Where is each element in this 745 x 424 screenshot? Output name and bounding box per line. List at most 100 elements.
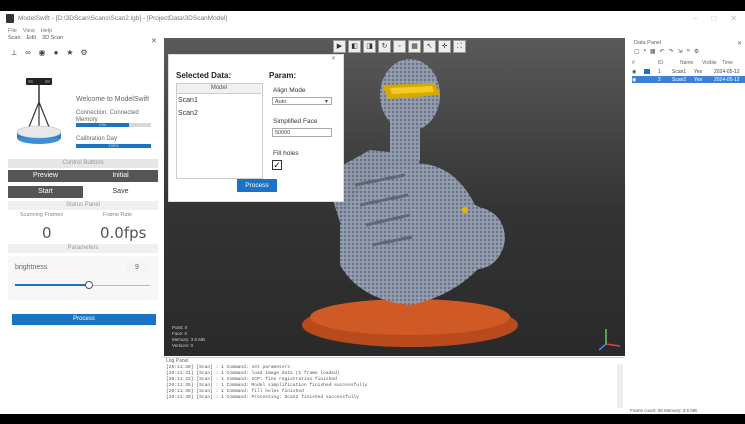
calibration-bar: 100% xyxy=(76,144,151,148)
fit-view-icon[interactable]: ⛶ xyxy=(453,40,466,53)
axes-gizmo-icon xyxy=(598,329,621,351)
initial-button[interactable]: Initial xyxy=(83,170,158,182)
process-button[interactable]: Process xyxy=(12,314,156,325)
maximize-icon[interactable]: □ xyxy=(711,14,716,23)
tripod-icon[interactable]: ⟂ xyxy=(10,49,18,57)
col-header[interactable]: Name xyxy=(680,60,702,67)
row-time: 2024-05-12 xyxy=(714,76,740,83)
star-icon[interactable]: ★ xyxy=(66,49,74,57)
title-bar: ModelSwift - [D:\3DScan\Scans\Scan2.lgb]… xyxy=(0,11,745,26)
rotate-icon[interactable]: ↻ xyxy=(378,40,391,53)
status-footer: Frame count: 58 Memory: 3.5 MB xyxy=(630,408,698,413)
data-panel-toolbar: ▢ ▪ ▦ ↶ ↷ ⇲ » ⚙ xyxy=(634,48,699,55)
row-eye-icon[interactable]: ◉ xyxy=(632,77,644,83)
log-line: [20:11:40] [Scan] : 1 Command: Processin… xyxy=(166,395,359,400)
save-button[interactable]: Save xyxy=(83,186,158,198)
brightness-slider-fill xyxy=(15,284,90,286)
col-header[interactable]: ID xyxy=(644,60,680,67)
row-id: 1 xyxy=(658,68,661,75)
align-mode-select[interactable]: Auto ▼ xyxy=(272,97,332,105)
forward-icon[interactable]: » xyxy=(687,48,690,55)
status-panel-header: Status Panel xyxy=(8,201,158,210)
simplified-face-label: Simplified Face xyxy=(273,118,318,125)
panel-close-icon[interactable]: ✕ xyxy=(151,37,157,45)
tab-3d-scan[interactable]: 3D Scan xyxy=(42,35,63,43)
simplified-face-input[interactable]: 50000 xyxy=(272,128,332,137)
settings-icon[interactable]: ⚙ xyxy=(694,48,699,55)
data-table-header: # ID Name Visible Time xyxy=(632,60,745,67)
point-mode-icon[interactable]: ◦ xyxy=(393,40,406,53)
close-icon[interactable]: ✕ xyxy=(730,14,737,23)
dialog-process-button[interactable]: Process xyxy=(237,179,277,192)
grid-icon[interactable]: ▦ xyxy=(650,48,656,55)
row-eye-icon[interactable]: ◉ xyxy=(632,69,644,75)
tab-scan[interactable]: Scan xyxy=(8,35,21,43)
row-id: 2 xyxy=(658,76,661,83)
pan-icon[interactable]: ✛ xyxy=(438,40,451,53)
calibration-label: Calibration Day xyxy=(76,136,118,142)
cursor-icon[interactable]: ↖ xyxy=(423,40,436,53)
fill-holes-label: Fill holes xyxy=(273,150,299,157)
row-visible: Yes xyxy=(694,76,703,83)
row-spacer xyxy=(644,77,650,82)
table-row-selected[interactable]: ◉ 2 Scan2 Yes 2024-05-12 xyxy=(632,76,745,83)
minimize-icon[interactable]: – xyxy=(693,14,697,23)
col-header[interactable]: Visible xyxy=(702,60,722,67)
left-tabs: Scan Edit 3D Scan xyxy=(8,35,158,43)
front-view-icon[interactable]: ◧ xyxy=(348,40,361,53)
row-time: 2024-05-12 xyxy=(714,68,740,75)
row-visible: Yes xyxy=(694,68,703,75)
align-mode-label: Align Mode xyxy=(273,87,306,94)
memory-bar-fill: 70% xyxy=(76,123,129,127)
parameters-header: Parameters xyxy=(8,244,158,253)
brightness-value-box[interactable]: 9 xyxy=(126,262,148,273)
link-icon[interactable]: ∞ xyxy=(24,49,32,57)
redo-icon[interactable]: ↷ xyxy=(669,48,674,55)
mesh-mode-icon[interactable]: ▦ xyxy=(408,40,421,53)
app-icon xyxy=(6,14,14,23)
calibration-bar-fill: 100% xyxy=(76,144,151,148)
brightness-label: brightness xyxy=(15,264,48,271)
window-title: ModelSwift - [D:\3DScan\Scans\Scan2.lgb]… xyxy=(18,15,228,22)
log-panel-title: Log Panel xyxy=(166,358,189,364)
left-toolbar: ⟂ ∞ ◉ ● ★ ⚙ xyxy=(10,47,110,59)
connection-status: Connection: Connected xyxy=(76,110,139,116)
info-line: Vertices: 0 xyxy=(172,343,194,348)
menu-file[interactable]: File xyxy=(8,28,17,35)
settings-icon[interactable]: ⚙ xyxy=(80,49,88,57)
camera-icon[interactable]: ◉ xyxy=(38,49,46,57)
control-buttons-header: Control Buttons xyxy=(8,159,158,168)
tab-edit[interactable]: Edit xyxy=(27,35,36,43)
select-tool-icon[interactable]: ▶ xyxy=(333,40,346,53)
data-panel-close-icon[interactable]: ✕ xyxy=(737,40,742,47)
new-icon[interactable]: ▢ xyxy=(634,48,640,55)
list-item[interactable]: Scan1 xyxy=(178,97,198,104)
delete-icon[interactable]: ▪ xyxy=(644,48,646,55)
menu-view[interactable]: View xyxy=(23,28,35,35)
preview-button[interactable]: Preview xyxy=(8,170,83,182)
start-button[interactable]: Start xyxy=(8,186,83,198)
menu-help[interactable]: Help xyxy=(41,28,52,35)
col-header[interactable]: # xyxy=(632,60,644,67)
dialog-close-icon[interactable]: ✕ xyxy=(331,55,336,62)
merge-icon[interactable]: ⇲ xyxy=(678,48,683,55)
memory-bar: 70% xyxy=(76,123,151,127)
row-name: Scan1 xyxy=(672,68,687,75)
side-view-icon[interactable]: ◨ xyxy=(363,40,376,53)
viewport-info: Point: 0 Face: 0 Memory: 3.5 MB Vertices… xyxy=(172,325,205,349)
scanning-frames-value: 0 xyxy=(42,224,52,242)
selected-data-label: Selected Data: xyxy=(176,71,232,80)
frame-rate-label: Frame Rate xyxy=(103,212,133,218)
welcome-text: Welcome to ModelSwift xyxy=(76,96,150,103)
log-scrollbar[interactable] xyxy=(617,364,623,408)
col-header[interactable]: Time xyxy=(722,60,733,67)
undo-icon[interactable]: ↶ xyxy=(659,48,664,55)
scan-icon[interactable]: ● xyxy=(52,49,60,57)
data-panel xyxy=(628,38,745,410)
table-row[interactable]: ◉ 1 Scan1 Yes 2024-05-12 xyxy=(632,68,745,75)
list-item[interactable]: Scan2 xyxy=(178,110,198,117)
viewport-toolbar: ▶ ◧ ◨ ↻ ◦ ▦ ↖ ✛ ⛶ xyxy=(333,40,466,53)
list-column-header[interactable]: Model xyxy=(177,84,261,94)
param-label: Param: xyxy=(269,71,297,80)
fill-holes-checkbox[interactable]: ✓ xyxy=(272,160,282,170)
